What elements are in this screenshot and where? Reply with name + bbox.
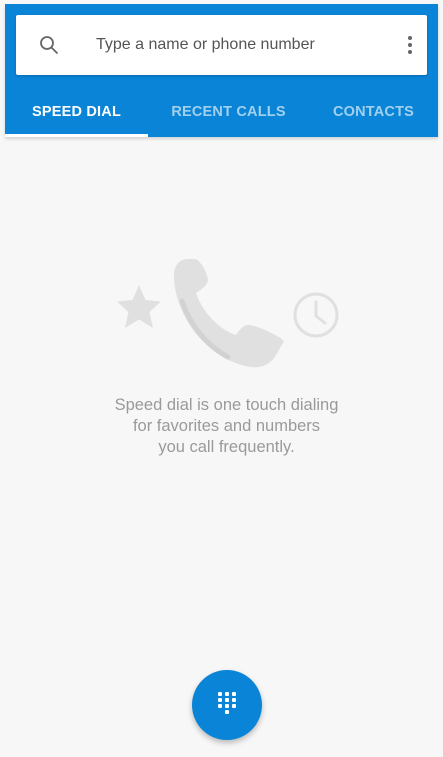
search-input[interactable] xyxy=(96,33,366,57)
tab-speed-dial[interactable]: SPEED DIAL xyxy=(5,87,148,137)
empty-state-illustration xyxy=(110,255,342,375)
tab-label: CONTACTS xyxy=(332,104,415,120)
empty-state-line: you call frequently. xyxy=(158,438,295,456)
empty-state-line: Speed dial is one touch dialing xyxy=(114,396,339,414)
clock-icon xyxy=(293,292,339,338)
empty-state-message: Speed dial is one touch dialing for favo… xyxy=(60,395,393,458)
phone-app-screen: SPEED DIAL RECENT CALLS CONTACTS xyxy=(0,0,443,757)
search-bar[interactable] xyxy=(16,15,427,75)
overflow-menu-icon[interactable] xyxy=(405,33,415,57)
app-bar: SPEED DIAL RECENT CALLS CONTACTS xyxy=(5,4,438,137)
tab-bar: SPEED DIAL RECENT CALLS CONTACTS xyxy=(5,87,438,137)
empty-state-line: for favorites and numbers xyxy=(132,417,321,435)
tab-label: RECENT CALLS xyxy=(171,104,286,120)
dialpad-icon xyxy=(215,690,239,721)
search-icon[interactable] xyxy=(38,34,60,56)
tab-selected-indicator xyxy=(5,134,148,137)
tab-label: SPEED DIAL xyxy=(31,104,121,120)
phone-icon xyxy=(174,259,284,368)
tab-recent-calls[interactable]: RECENT CALLS xyxy=(148,87,309,137)
tab-contacts[interactable]: CONTACTS xyxy=(309,87,438,137)
star-icon xyxy=(117,285,161,328)
dialpad-button[interactable] xyxy=(192,670,262,740)
